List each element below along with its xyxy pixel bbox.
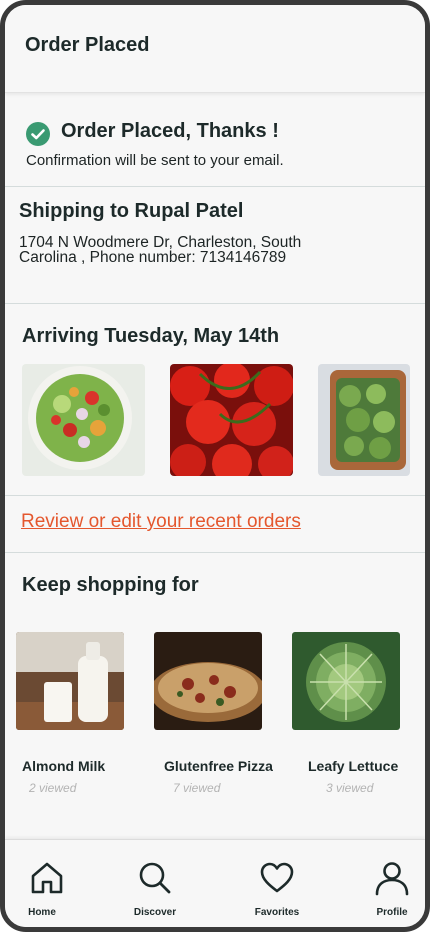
review-section: Review or edit your recent orders <box>5 497 425 553</box>
product-viewed-count: 3 viewed <box>326 781 374 795</box>
home-icon <box>31 862 63 894</box>
almond-milk-photo[interactable] <box>16 632 124 730</box>
lettuce-photo[interactable] <box>292 632 400 730</box>
tab-label: Home <box>28 907 56 918</box>
tab-discover[interactable]: Discover <box>110 840 200 927</box>
product-card-leafy-lettuce[interactable]: Leafy Lettuce 3 viewed <box>292 632 402 795</box>
confirmation-subtitle: Confirmation will be sent to your email. <box>26 152 284 169</box>
tab-label: Discover <box>133 907 177 918</box>
broccoli-photo[interactable] <box>318 364 410 476</box>
confirmation-section: Order Placed, Thanks ! Confirmation will… <box>5 101 425 187</box>
keep-shopping-title: Keep shopping for <box>22 574 199 596</box>
tab-label: Favorites <box>254 907 300 918</box>
review-orders-link[interactable]: Review or edit your recent orders <box>21 511 301 533</box>
product-name: Almond Milk <box>22 758 106 774</box>
check-circle-icon <box>26 122 50 146</box>
confirmation-title: Order Placed, Thanks ! <box>61 120 279 142</box>
pizza-photo[interactable] <box>154 632 262 730</box>
product-name: Glutenfree Pizza <box>164 758 273 774</box>
tab-favorites[interactable]: Favorites <box>232 840 322 927</box>
salad-bowl-photo[interactable] <box>22 364 145 476</box>
user-icon <box>375 862 409 896</box>
tab-home[interactable]: Home <box>5 840 87 927</box>
tab-profile[interactable]: Profile <box>347 840 425 927</box>
product-card-almond-milk[interactable]: Almond Milk 2 viewed <box>16 632 126 795</box>
arriving-section: Arriving Tuesday, May 14th <box>5 305 425 496</box>
heart-icon <box>260 862 294 893</box>
arriving-title: Arriving Tuesday, May 14th <box>22 325 280 347</box>
bottom-tab-bar: Home Discover Favorites Profile <box>5 839 425 927</box>
product-name: Leafy Lettuce <box>308 758 399 774</box>
tomatoes-photo[interactable] <box>170 364 293 476</box>
product-viewed-count: 2 viewed <box>29 781 77 795</box>
keep-shopping-section: Keep shopping for Almond Milk 2 viewed G… <box>5 554 425 839</box>
app-header: Order Placed <box>5 5 425 93</box>
tab-label: Profile <box>376 907 408 918</box>
shipping-title: Shipping to Rupal Patel <box>19 200 244 222</box>
product-card-glutenfree-pizza[interactable]: Glutenfree Pizza 7 viewed <box>154 632 273 795</box>
search-icon <box>139 862 171 894</box>
phone-frame: Order Placed Order Placed, Thanks ! Conf… <box>0 0 430 932</box>
product-viewed-count: 7 viewed <box>173 781 221 795</box>
page-title: Order Placed <box>25 34 150 56</box>
shipping-address: 1704 N Woodmere Dr, Charleston, South Ca… <box>19 234 302 266</box>
shipping-section: Shipping to Rupal Patel 1704 N Woodmere … <box>5 188 425 304</box>
